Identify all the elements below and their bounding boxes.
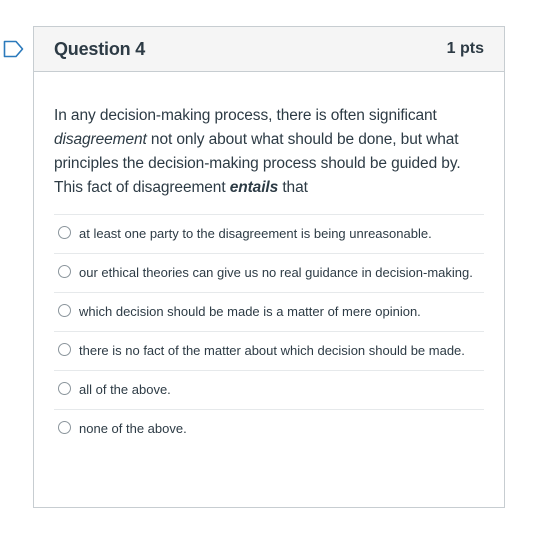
radio-button[interactable]	[58, 382, 71, 395]
answer-option[interactable]: which decision should be made is a matte…	[54, 293, 484, 332]
radio-button[interactable]	[58, 265, 71, 278]
radio-button[interactable]	[58, 421, 71, 434]
radio-button[interactable]	[58, 304, 71, 317]
answer-option[interactable]: our ethical theories can give us no real…	[54, 254, 484, 293]
question-card: Question 4 1 pts In any decision-making …	[33, 26, 505, 508]
question-text-emphasis: disagreement	[54, 131, 147, 148]
question-header: Question 4 1 pts	[34, 27, 504, 72]
question-text-part: In any decision-making process, there is…	[54, 107, 437, 124]
question-title: Question 4	[54, 38, 146, 59]
radio-button[interactable]	[58, 343, 71, 356]
question-text-part: that	[278, 179, 308, 196]
question-text: In any decision-making process, there is…	[54, 104, 484, 200]
answer-option[interactable]: none of the above.	[54, 410, 484, 448]
answer-label: none of the above.	[79, 421, 187, 436]
radio-button[interactable]	[58, 226, 71, 239]
answer-label: there is no fact of the matter about whi…	[79, 343, 465, 358]
answer-label: at least one party to the disagreement i…	[79, 226, 432, 241]
answer-label: all of the above.	[79, 382, 171, 397]
flag-question-icon[interactable]	[3, 40, 25, 58]
question-body: In any decision-making process, there is…	[34, 72, 504, 448]
answer-label: our ethical theories can give us no real…	[79, 265, 473, 280]
answer-option[interactable]: there is no fact of the matter about whi…	[54, 332, 484, 371]
answer-list: at least one party to the disagreement i…	[54, 214, 484, 448]
answer-option[interactable]: all of the above.	[54, 371, 484, 410]
answer-option[interactable]: at least one party to the disagreement i…	[54, 215, 484, 254]
question-points: 1 pts	[446, 40, 484, 57]
answer-label: which decision should be made is a matte…	[79, 304, 421, 319]
question-text-emphasis-strong: entails	[229, 179, 279, 196]
